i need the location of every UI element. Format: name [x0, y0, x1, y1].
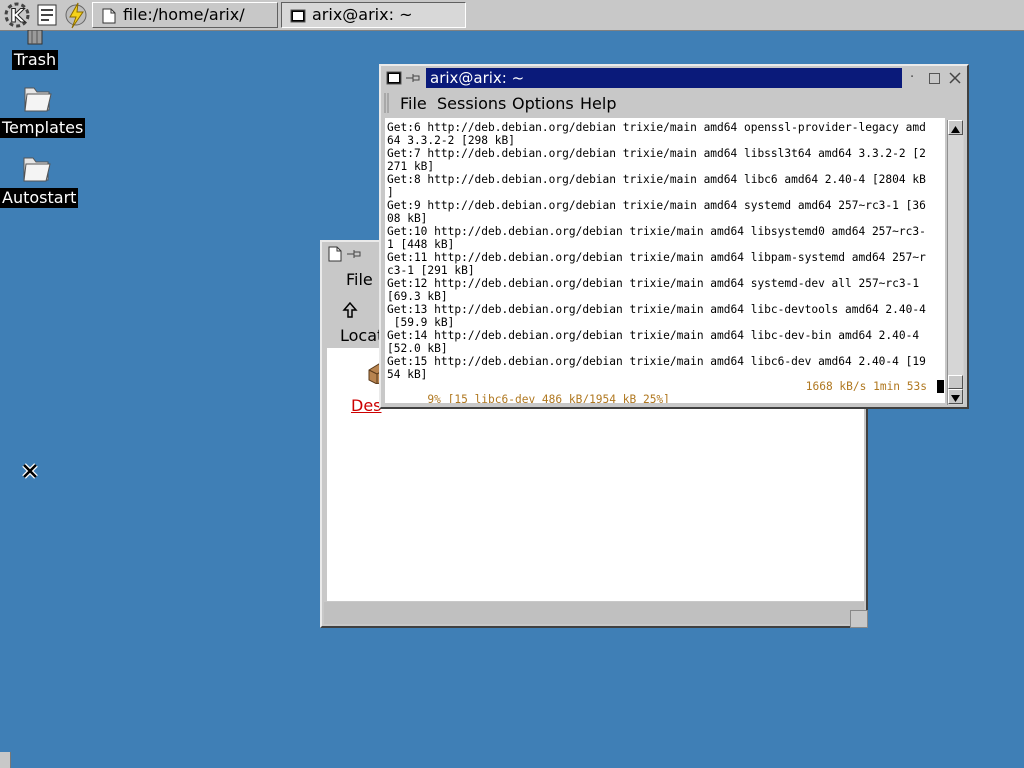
- menu-sessions[interactable]: Sessions: [437, 94, 506, 113]
- desktop-icon-label: Autostart: [0, 188, 79, 208]
- svg-text:K: K: [10, 5, 26, 27]
- folder-icon: [23, 157, 51, 182]
- terminal-line: 64 3.3.2-2 [298 kB]: [387, 134, 515, 147]
- menu-options[interactable]: Options: [512, 94, 574, 113]
- task-terminal[interactable]: arix@arix: ~: [281, 2, 466, 28]
- terminal-titlebar[interactable]: arix@arix: ~ ·: [383, 68, 965, 88]
- fm-location-label: Locat: [340, 326, 384, 345]
- terminal-line: Get:10 http://deb.debian.org/debian trix…: [387, 225, 926, 238]
- task-file-manager[interactable]: file:/home/arix/: [92, 2, 278, 28]
- folder-icon: [24, 87, 52, 112]
- up-arrow-icon[interactable]: [340, 300, 360, 320]
- fm-menu-file[interactable]: File: [346, 270, 373, 289]
- x-cursor-icon: [22, 463, 38, 479]
- terminal-window: arix@arix: ~ · File Sessions Options Hel…: [379, 64, 969, 409]
- terminal-line: [59.9 kB]: [387, 316, 455, 329]
- menu-file[interactable]: File: [400, 94, 427, 113]
- terminal-line: Get:13 http://deb.debian.org/debian trix…: [387, 303, 926, 316]
- terminal-line: c3-1 [291 kB]: [387, 264, 475, 277]
- pin-icon[interactable]: [346, 248, 362, 260]
- terminal-line: [52.0 kB]: [387, 342, 448, 355]
- arrow-down-icon: [951, 395, 960, 402]
- terminal-line: ]: [387, 186, 394, 199]
- fm-item-label[interactable]: Des: [351, 396, 382, 415]
- terminal-line: Get:7 http://deb.debian.org/debian trixi…: [387, 147, 926, 160]
- minimize-icon[interactable]: ·: [910, 70, 914, 85]
- terminal-scrollbar[interactable]: [947, 120, 964, 405]
- lightning-run-icon[interactable]: [62, 0, 90, 30]
- menubar-handle-icon[interactable]: [384, 92, 390, 114]
- trash-icon: [27, 29, 43, 45]
- terminal-line: 271 kB]: [387, 160, 435, 173]
- terminal-line: 1 [448 kB]: [387, 238, 455, 251]
- terminal-line: Get:14 http://deb.debian.org/debian trix…: [387, 329, 920, 342]
- fm-statusbar: [324, 602, 864, 624]
- desktop-icon-label: Trash: [11, 50, 59, 70]
- scroll-track[interactable]: [948, 135, 963, 375]
- terminal-line: Get:6 http://deb.debian.org/debian trixi…: [387, 121, 926, 134]
- document-icon: [102, 8, 116, 24]
- menu-help[interactable]: Help: [580, 94, 616, 113]
- terminal-title-bar-fill: arix@arix: ~: [426, 68, 902, 88]
- terminal-lines: Get:6 http://deb.debian.org/debian trixi…: [387, 121, 943, 381]
- terminal-line: Get:9 http://deb.debian.org/debian trixi…: [387, 199, 926, 212]
- terminal-title: arix@arix: ~: [430, 69, 525, 87]
- close-icon[interactable]: [949, 72, 961, 84]
- terminal-line: Get:8 http://deb.debian.org/debian trixi…: [387, 173, 926, 186]
- terminal-line: Get:11 http://deb.debian.org/debian trix…: [387, 251, 926, 264]
- apt-progress-line: 9% [15 libc6-dev 486 kB/1954 kB 25%] 166…: [387, 380, 943, 403]
- document-icon[interactable]: [327, 246, 343, 262]
- terminal-output[interactable]: Get:6 http://deb.debian.org/debian trixi…: [385, 118, 945, 403]
- terminal-line: Get:12 http://deb.debian.org/debian trix…: [387, 277, 920, 290]
- terminal-icon[interactable]: [386, 70, 402, 86]
- pin-icon[interactable]: [405, 72, 421, 84]
- scroll-thumb[interactable]: [948, 375, 963, 389]
- desktop-icon-autostart[interactable]: Autostart: [0, 150, 79, 208]
- desktop-icon-trash[interactable]: Trash: [8, 29, 62, 70]
- apt-progress-right: 1668 kB/s 1min 53s: [805, 380, 927, 393]
- terminal-icon: [290, 9, 306, 23]
- maximize-icon[interactable]: [929, 73, 940, 84]
- window-list-icon[interactable]: [34, 0, 62, 30]
- panel-hide-handle[interactable]: [0, 752, 11, 768]
- terminal-line: 08 kB]: [387, 212, 428, 225]
- kde-menu-icon[interactable]: K: [0, 0, 34, 30]
- scroll-down-button[interactable]: [948, 389, 963, 404]
- terminal-cursor: [937, 380, 944, 393]
- apt-progress-left: 9% [15 libc6-dev 486 kB/1954 kB 25%]: [427, 393, 670, 403]
- desktop-icon-label: Templates: [0, 118, 86, 138]
- task-label: file:/home/arix/: [123, 5, 245, 24]
- fm-resize-grip[interactable]: [850, 610, 868, 628]
- terminal-line: Get:15 http://deb.debian.org/debian trix…: [387, 355, 926, 368]
- terminal-line: [69.3 kB]: [387, 290, 448, 303]
- scroll-up-button[interactable]: [948, 120, 963, 135]
- taskbar: K file:/home/arix/ arix@arix: ~: [0, 0, 1024, 31]
- task-label: arix@arix: ~: [312, 5, 413, 24]
- desktop-icon-templates[interactable]: Templates: [0, 80, 86, 138]
- terminal-menubar: File Sessions Options Help: [383, 90, 965, 116]
